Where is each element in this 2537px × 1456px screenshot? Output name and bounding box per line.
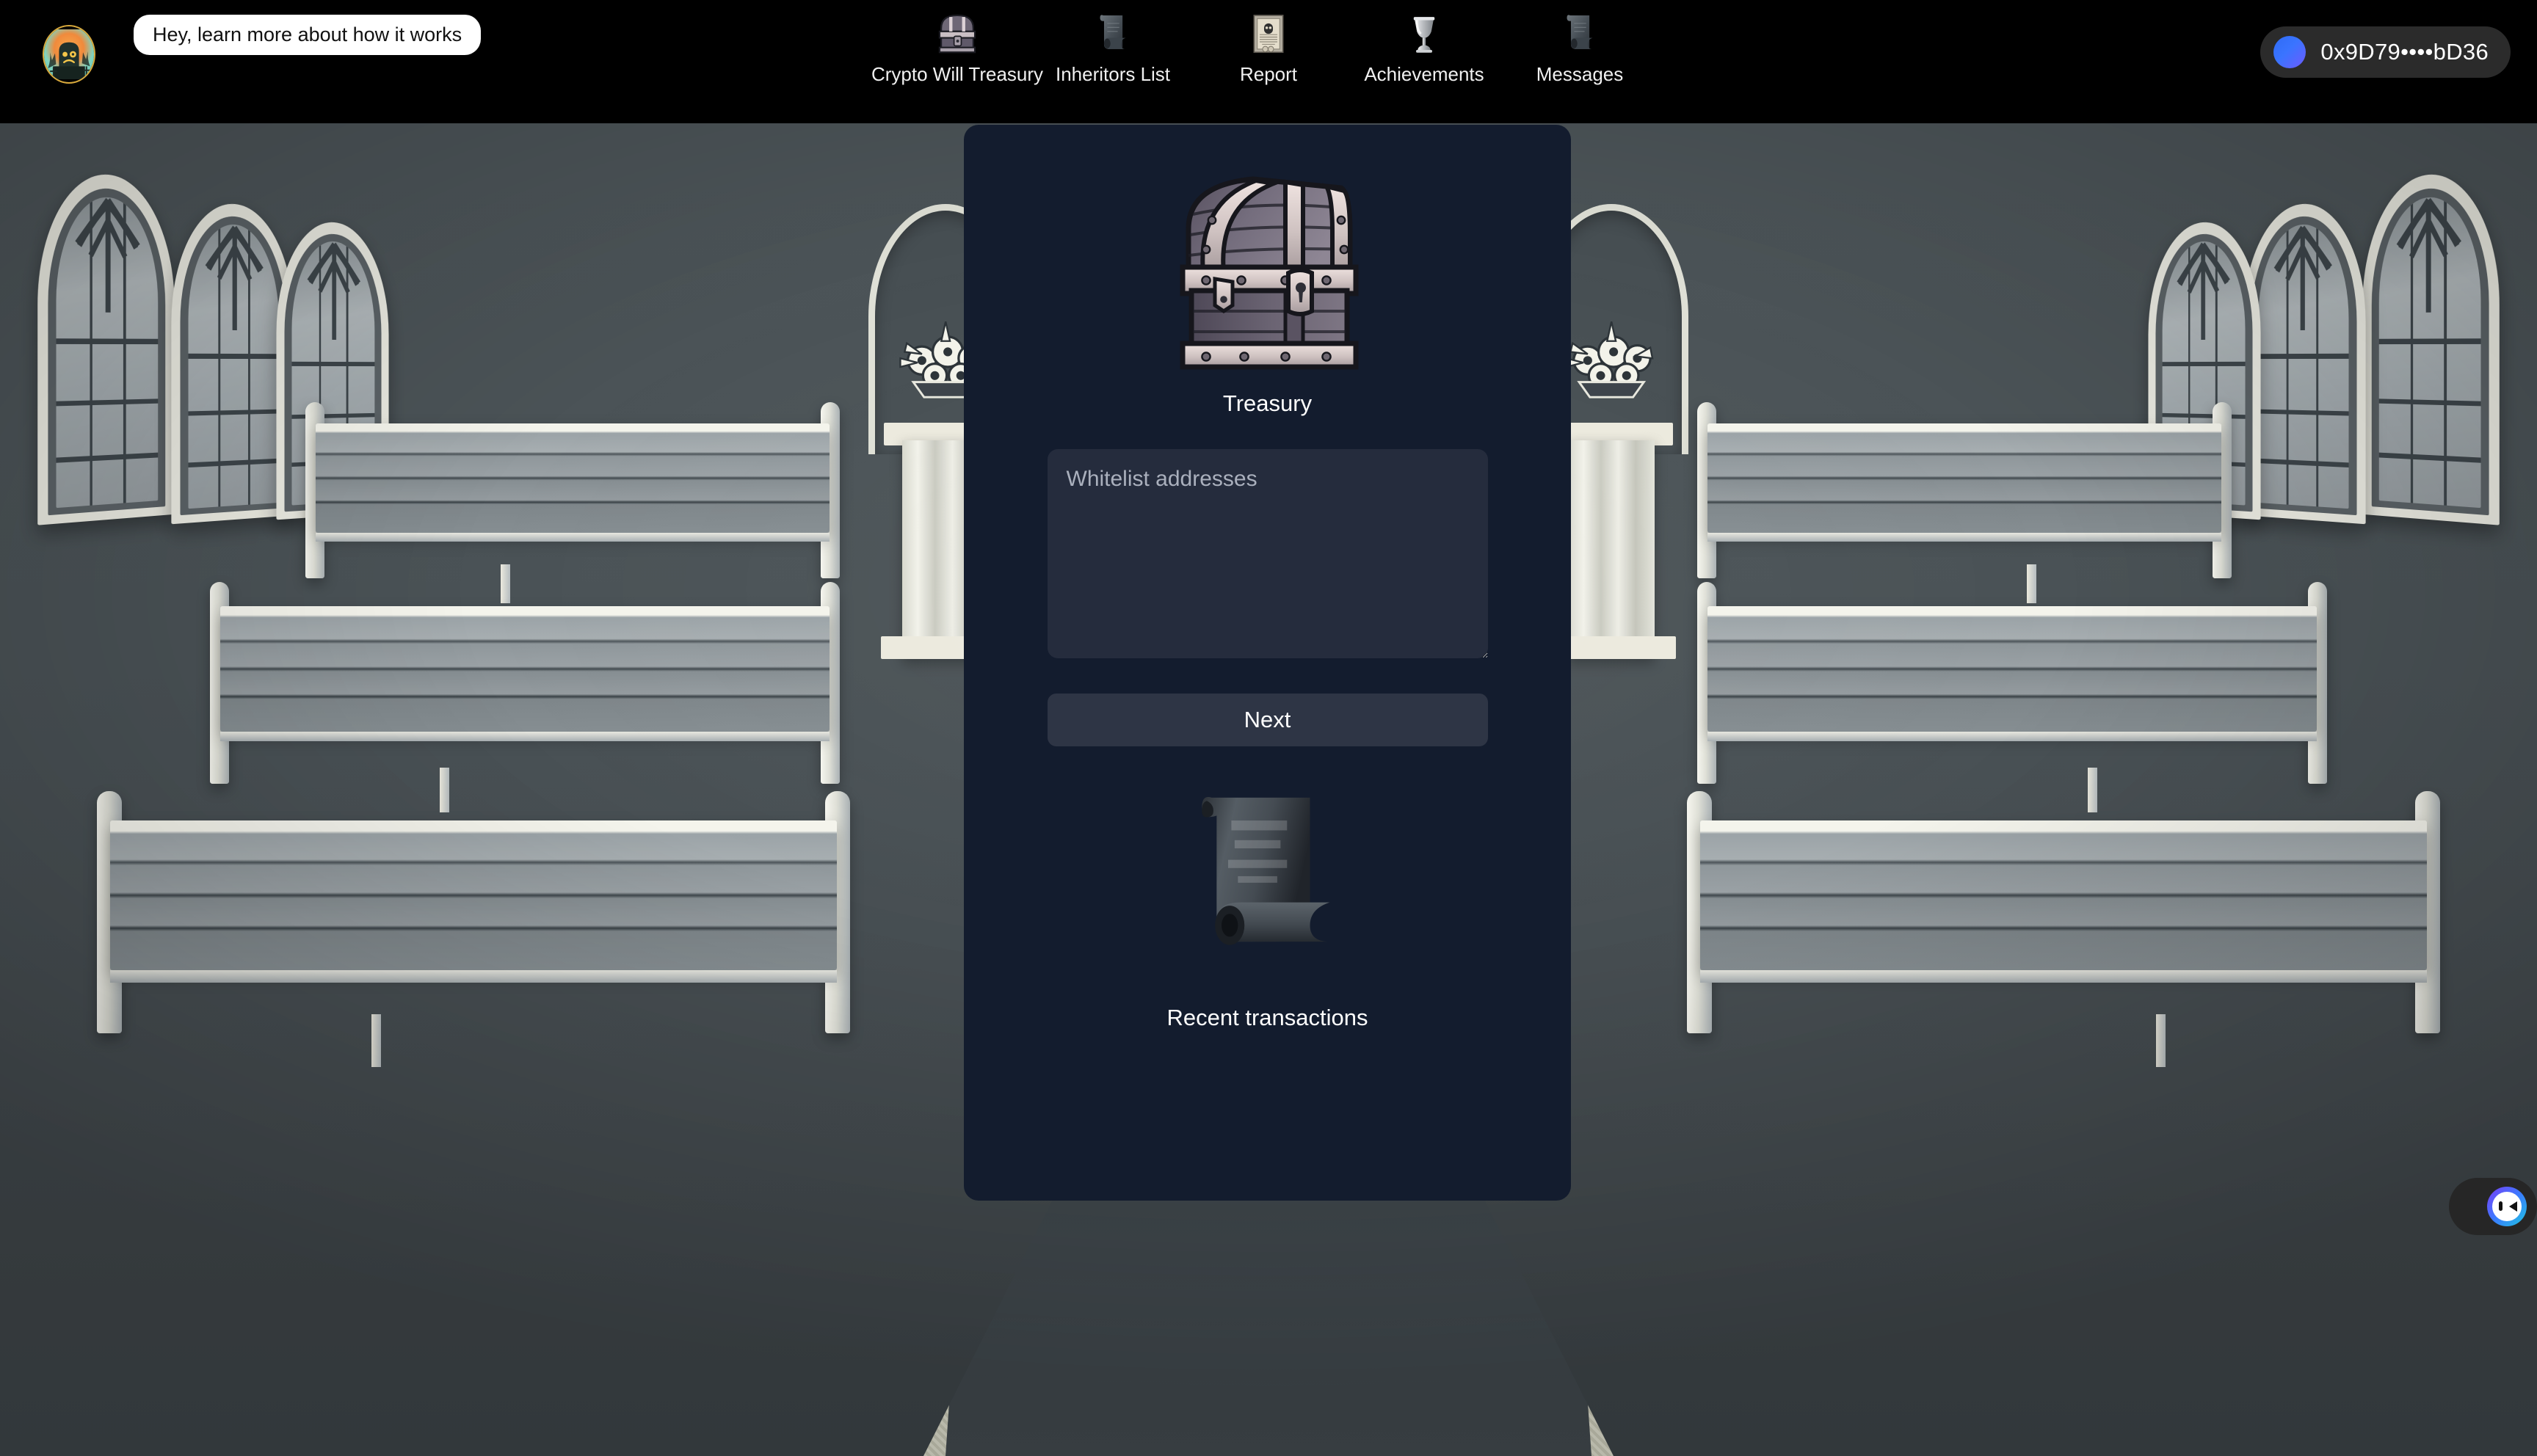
nav-label: Inheritors List	[1055, 63, 1171, 85]
nav-item-report[interactable]: Report	[1213, 7, 1324, 86]
nav-label: Report	[1239, 63, 1298, 85]
winking-face-icon	[2487, 1187, 2527, 1226]
wallet-address-label: 0x9D79••••bD36	[2320, 39, 2489, 65]
skull-certificate-icon	[1253, 15, 1284, 54]
recent-transactions-label: Recent transactions	[1166, 1005, 1368, 1030]
scroll-icon	[1100, 15, 1126, 49]
page-title: Treasury	[1222, 390, 1313, 416]
pew-bench	[1697, 402, 2232, 603]
wallet-avatar-dot	[2273, 36, 2306, 68]
trophy-chalice-icon	[1413, 17, 1435, 53]
pew-bench	[1697, 582, 2327, 812]
scroll-icon	[1567, 15, 1593, 49]
avatar[interactable]	[43, 25, 95, 84]
nav-item-crypto-will-treasury[interactable]: Crypto Will Treasury	[871, 7, 1043, 86]
treasure-chest-icon	[938, 14, 976, 54]
tombstone-avatar-icon	[44, 29, 94, 79]
nav-item-achievements[interactable]: Achievements	[1364, 7, 1484, 86]
gothic-window	[2362, 169, 2500, 525]
nav-label: Achievements	[1364, 63, 1484, 85]
nav-label: Crypto Will Treasury	[871, 63, 1044, 85]
nav-item-inheritors-list[interactable]: Inheritors List	[1055, 7, 1171, 86]
main-nav: Crypto Will Treasury Inheritors List Rep…	[871, 7, 1635, 86]
nav-label: Messages	[1536, 63, 1624, 85]
app-root: Hey, learn more about how it works Crypt…	[0, 0, 2537, 1456]
top-navigation-bar: Hey, learn more about how it works Crypt…	[0, 0, 2537, 123]
chat-support-widget[interactable]	[2449, 1178, 2537, 1235]
wallet-address-button[interactable]: 0x9D79••••bD36	[2260, 26, 2511, 78]
pew-bench	[1687, 791, 2440, 1068]
treasure-chest-hero-icon[interactable]	[1114, 159, 1422, 379]
pew-bench	[305, 402, 840, 603]
onboarding-tooltip[interactable]: Hey, learn more about how it works	[134, 15, 482, 55]
whitelist-addresses-input[interactable]	[1047, 449, 1488, 658]
gothic-window	[37, 169, 175, 525]
gothic-window	[2243, 199, 2366, 525]
nav-item-messages[interactable]: Messages	[1525, 7, 1635, 86]
next-button[interactable]: Next	[1047, 694, 1488, 746]
treasury-panel: Treasury Next	[964, 125, 1571, 1201]
pew-bench	[210, 582, 840, 812]
recent-transactions-scroll-icon[interactable]	[1181, 785, 1354, 997]
pew-bench	[97, 791, 850, 1068]
